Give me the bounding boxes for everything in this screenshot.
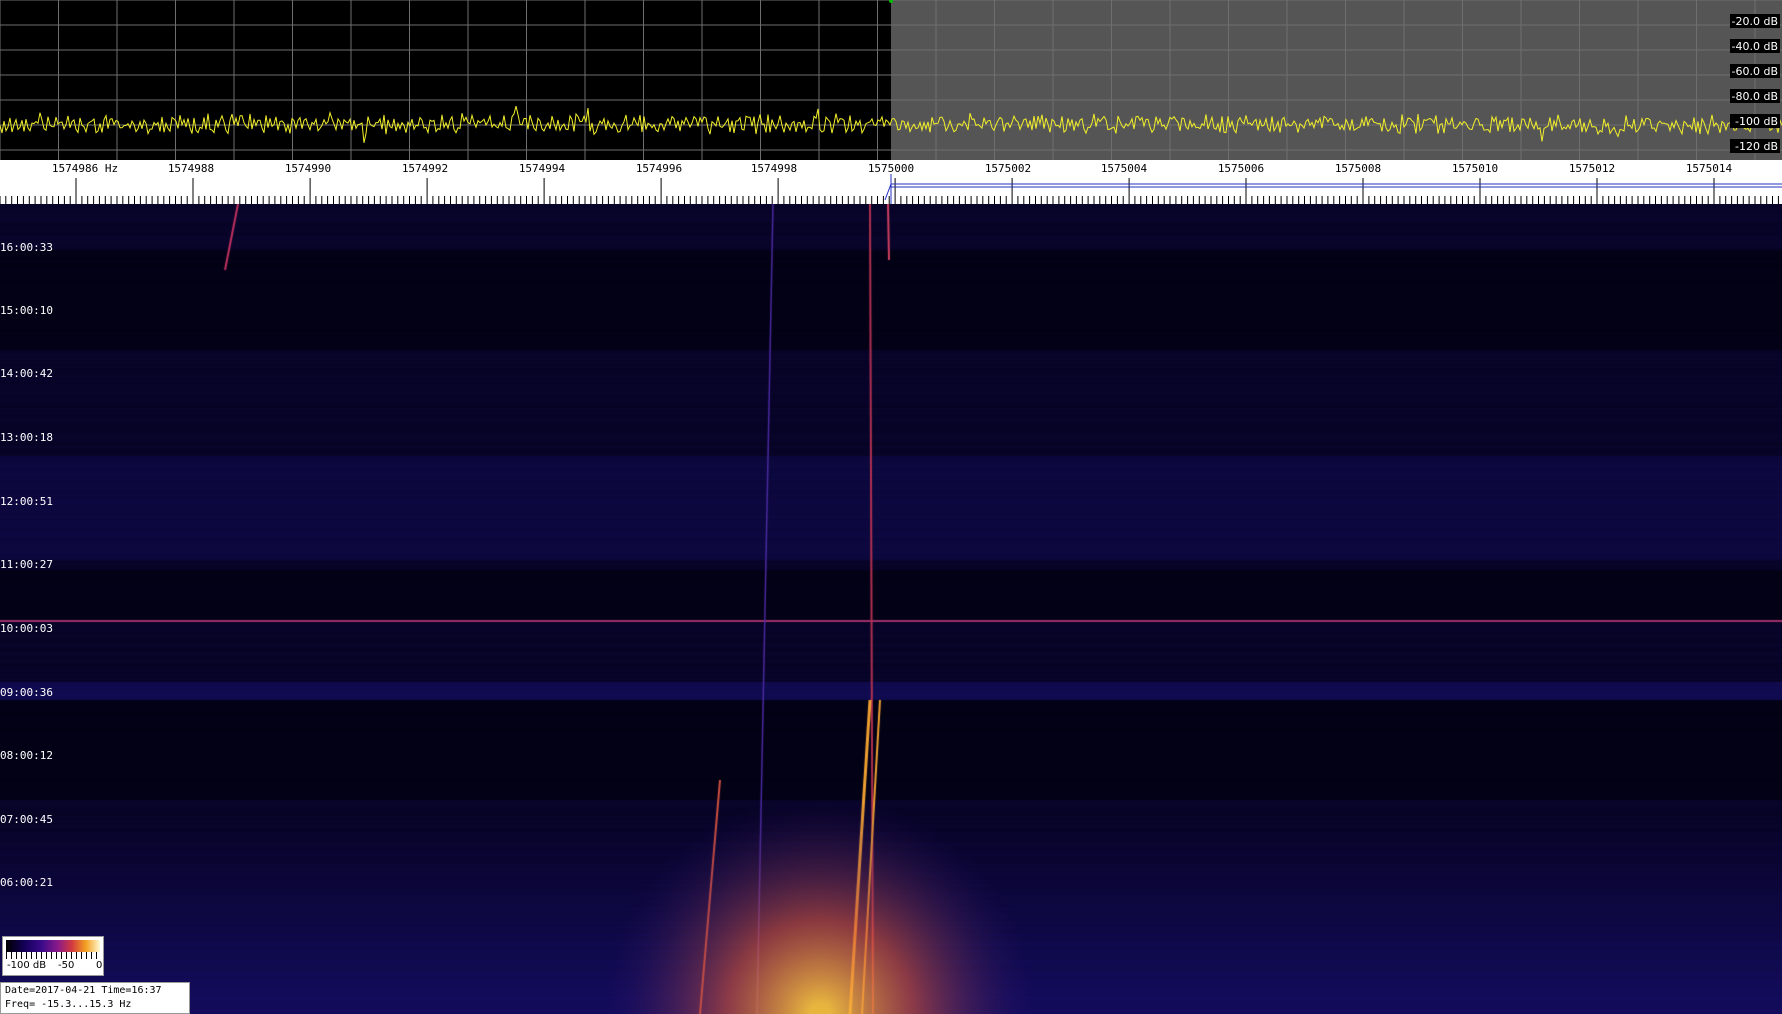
svg-text:-100 dB: -100 dB xyxy=(1735,115,1778,128)
date-time-line: Date=2017-04-21 Time=16:37 xyxy=(5,985,162,996)
colorbar-label-mid: -50 xyxy=(58,960,75,971)
freq-label: 1575008 xyxy=(1335,162,1381,175)
time-label: 06:00:21 xyxy=(0,876,53,889)
time-label: 13:00:18 xyxy=(0,431,53,444)
svg-text:-20.0 dB: -20.0 dB xyxy=(1732,15,1779,28)
colorbar-legend: -100 dB -50 0 xyxy=(2,936,104,976)
colorbar-gradient xyxy=(6,940,100,952)
info-box: Date=2017-04-21 Time=16:37 Freq= -15.3..… xyxy=(0,982,190,1014)
time-label: 10:00:03 xyxy=(0,622,53,635)
colorbar-ticks xyxy=(6,952,100,959)
freq-label: 1574994 xyxy=(519,162,566,175)
time-label: 14:00:42 xyxy=(0,367,53,380)
freq-label: 1574990 xyxy=(285,162,331,175)
svg-text:-80.0 dB: -80.0 dB xyxy=(1732,90,1779,103)
spectrum-plot[interactable]: -20.0 dB -40.0 dB -60.0 dB -80.0 dB -100… xyxy=(0,0,1782,160)
db-label: -40.0 dB xyxy=(1730,39,1780,53)
freq-label: 1575000 xyxy=(868,162,914,175)
db-label: -120 dB xyxy=(1730,139,1780,153)
freq-label: 1575006 xyxy=(1218,162,1264,175)
freq-label: 1575014 xyxy=(1686,162,1733,175)
waterfall-display[interactable] xyxy=(0,204,1782,1014)
svg-text:-120 dB: -120 dB xyxy=(1735,140,1778,153)
freq-label: 1575002 xyxy=(985,162,1031,175)
spectrum-bg-right xyxy=(891,0,1782,160)
frequency-labels: 1574986 Hz 1574988 1574990 1574992 15749… xyxy=(52,162,1733,175)
db-label: -100 dB xyxy=(1730,114,1780,128)
freq-label: 1575010 xyxy=(1452,162,1498,175)
time-label: 07:00:45 xyxy=(0,813,53,826)
frequency-axis[interactable]: 1574986 Hz 1574988 1574990 1574992 15749… xyxy=(0,160,1782,204)
svg-text:-40.0 dB: -40.0 dB xyxy=(1732,40,1779,53)
spectrum-bg-left xyxy=(0,0,891,160)
freq-label: 1575012 xyxy=(1569,162,1615,175)
svg-text:-60.0 dB: -60.0 dB xyxy=(1732,65,1779,78)
colorbar-label-max: 0 xyxy=(96,960,103,971)
freq-label: 1574992 xyxy=(402,162,448,175)
time-label: 16:00:33 xyxy=(0,241,53,254)
freq-label: 1574988 xyxy=(168,162,214,175)
freq-label: 1575004 xyxy=(1101,162,1148,175)
freq-range-line: Freq= -15.3...15.3 Hz xyxy=(5,999,132,1010)
frequency-ticks xyxy=(0,178,1779,204)
time-label: 09:00:36 xyxy=(0,686,53,699)
freq-label: 1574986 Hz xyxy=(52,162,118,175)
time-label: 12:00:51 xyxy=(0,495,53,508)
freq-label: 1574998 xyxy=(751,162,797,175)
colorbar-label-min: -100 dB xyxy=(7,960,47,971)
sdr-spectrum-window: -20.0 dB -40.0 dB -60.0 dB -80.0 dB -100… xyxy=(0,0,1782,1014)
freq-label: 1574996 xyxy=(636,162,682,175)
time-label: 11:00:27 xyxy=(0,558,53,571)
db-label: -80.0 dB xyxy=(1730,89,1780,103)
db-label: -20.0 dB xyxy=(1730,14,1780,28)
time-label: 15:00:10 xyxy=(0,304,53,317)
time-label: 08:00:12 xyxy=(0,749,53,762)
db-label: -60.0 dB xyxy=(1730,64,1780,78)
